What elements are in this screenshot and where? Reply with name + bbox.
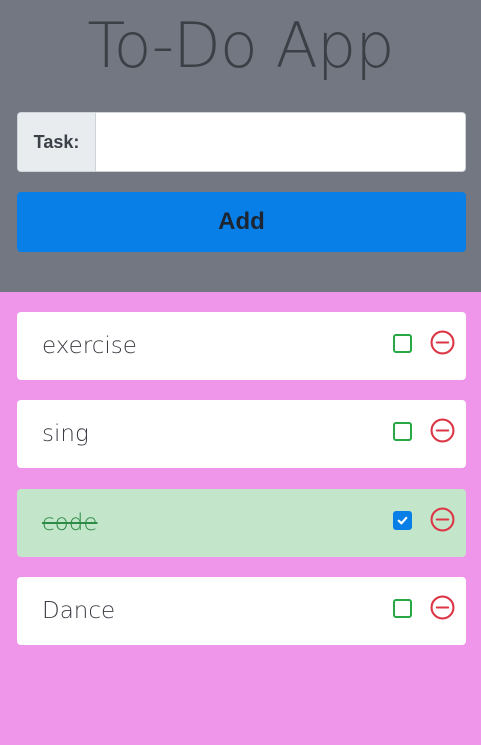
app-header: To-Do App Task: Add bbox=[0, 0, 481, 292]
todo-item: exercise bbox=[17, 312, 466, 380]
todo-checkbox-checked[interactable] bbox=[393, 511, 412, 530]
minus-circle-icon[interactable] bbox=[430, 595, 455, 620]
todo-item: sing bbox=[17, 400, 466, 468]
todo-text: sing bbox=[42, 421, 89, 447]
todo-item-completed: code bbox=[17, 489, 466, 557]
todo-text: Dance bbox=[42, 598, 116, 624]
check-icon bbox=[397, 516, 408, 525]
todo-text: exercise bbox=[42, 333, 137, 359]
task-input-group: Task: bbox=[17, 112, 466, 172]
todo-checkbox[interactable] bbox=[393, 599, 412, 618]
add-button[interactable]: Add bbox=[17, 192, 466, 252]
minus-circle-icon[interactable] bbox=[430, 418, 455, 443]
todo-item: Dance bbox=[17, 577, 466, 645]
minus-circle-icon[interactable] bbox=[430, 507, 455, 532]
minus-circle-icon[interactable] bbox=[430, 330, 455, 355]
task-label: Task: bbox=[18, 113, 96, 171]
todo-checkbox[interactable] bbox=[393, 334, 412, 353]
todo-text: code bbox=[42, 510, 98, 536]
todo-checkbox[interactable] bbox=[393, 422, 412, 441]
task-input[interactable] bbox=[96, 113, 465, 171]
page-title: To-Do App bbox=[87, 9, 394, 82]
